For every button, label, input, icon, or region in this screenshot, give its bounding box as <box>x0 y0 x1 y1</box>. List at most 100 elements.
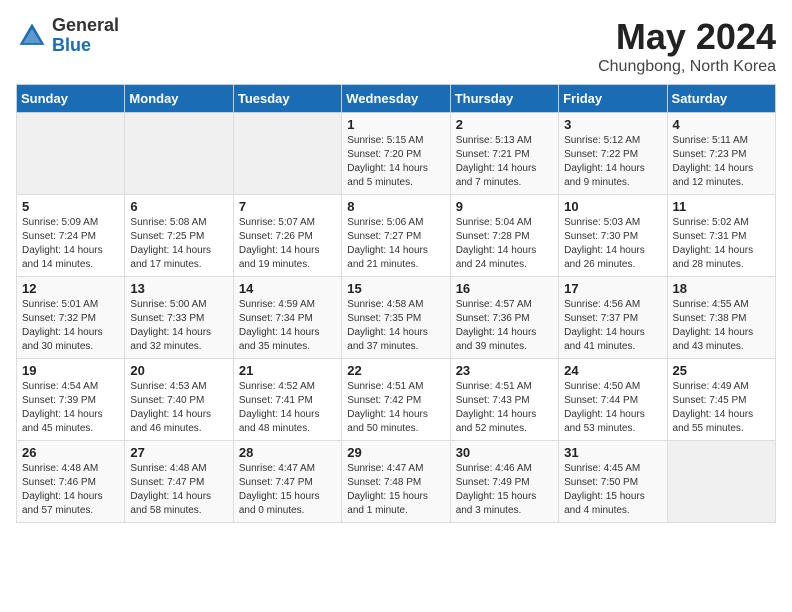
cell-info: Sunrise: 5:12 AMSunset: 7:22 PMDaylight:… <box>564 134 661 190</box>
calendar-cell: 24Sunrise: 4:50 AMSunset: 7:44 PMDayligh… <box>559 359 667 441</box>
weekday-header-friday: Friday <box>559 85 667 113</box>
calendar-week-row: 26 Sunrise: 4:48 AMSunset: 7:46 PMDayligh… <box>17 441 776 523</box>
calendar-week-row: 12Sunrise: 5:01 AMSunset: 7:32 PMDayligh… <box>17 277 776 359</box>
calendar-cell: 1 Sunrise: 5:15 AMSunset: 7:20 PMDaylight… <box>342 113 450 195</box>
day-number: 13 <box>130 281 227 296</box>
cell-info: Sunrise: 5:08 AMSunset: 7:25 PMDaylight:… <box>130 216 227 272</box>
day-number: 1 <box>347 117 444 132</box>
calendar-cell: 19Sunrise: 4:54 AMSunset: 7:39 PMDayligh… <box>17 359 125 441</box>
calendar-cell: 10 Sunrise: 5:03 AMSunset: 7:30 PMDayligh… <box>559 195 667 277</box>
day-number: 9 <box>456 199 553 214</box>
calendar-cell: 28 Sunrise: 4:47 AMSunset: 7:47 PMDayligh… <box>233 441 341 523</box>
day-number: 21 <box>239 363 336 378</box>
weekday-header-tuesday: Tuesday <box>233 85 341 113</box>
day-number: 10 <box>564 199 661 214</box>
cell-info: Sunrise: 5:15 AMSunset: 7:20 PMDaylight:… <box>347 134 444 190</box>
weekday-header-saturday: Saturday <box>667 85 775 113</box>
calendar-cell: 4Sunrise: 5:11 AMSunset: 7:23 PMDaylight… <box>667 113 775 195</box>
cell-info: Sunrise: 4:47 AMSunset: 7:47 PMDaylight:… <box>239 462 336 518</box>
cell-info: Sunrise: 4:51 AMSunset: 7:43 PMDaylight:… <box>456 380 553 436</box>
calendar-table: SundayMondayTuesdayWednesdayThursdayFrid… <box>16 84 776 523</box>
calendar-week-row: 19Sunrise: 4:54 AMSunset: 7:39 PMDayligh… <box>17 359 776 441</box>
cell-info: Sunrise: 4:57 AMSunset: 7:36 PMDaylight:… <box>456 298 553 354</box>
title-block: May 2024 Chungbong, North Korea <box>598 16 776 76</box>
day-number: 30 <box>456 445 553 460</box>
cell-info: Sunrise: 4:58 AMSunset: 7:35 PMDaylight:… <box>347 298 444 354</box>
day-number: 15 <box>347 281 444 296</box>
cell-info: Sunrise: 5:00 AMSunset: 7:33 PMDaylight:… <box>130 298 227 354</box>
day-number: 11 <box>673 199 770 214</box>
day-number: 28 <box>239 445 336 460</box>
month-year-title: May 2024 <box>598 16 776 58</box>
calendar-cell: 16 Sunrise: 4:57 AMSunset: 7:36 PMDayligh… <box>450 277 558 359</box>
cell-info: Sunrise: 4:48 AMSunset: 7:47 PMDaylight:… <box>130 462 227 518</box>
cell-info: Sunrise: 4:56 AMSunset: 7:37 PMDaylight:… <box>564 298 661 354</box>
calendar-cell: 6 Sunrise: 5:08 AMSunset: 7:25 PMDaylight… <box>125 195 233 277</box>
day-number: 16 <box>456 281 553 296</box>
day-number: 20 <box>130 363 227 378</box>
location-subtitle: Chungbong, North Korea <box>598 58 776 76</box>
day-number: 18 <box>673 281 770 296</box>
calendar-cell: 22 Sunrise: 4:51 AMSunset: 7:42 PMDayligh… <box>342 359 450 441</box>
day-number: 22 <box>347 363 444 378</box>
cell-info: Sunrise: 5:04 AMSunset: 7:28 PMDaylight:… <box>456 216 553 272</box>
calendar-cell: 2Sunrise: 5:13 AMSunset: 7:21 PMDaylight… <box>450 113 558 195</box>
day-number: 4 <box>673 117 770 132</box>
calendar-cell: 11Sunrise: 5:02 AMSunset: 7:31 PMDayligh… <box>667 195 775 277</box>
calendar-week-row: 5Sunrise: 5:09 AMSunset: 7:24 PMDaylight… <box>17 195 776 277</box>
day-number: 6 <box>130 199 227 214</box>
cell-info: Sunrise: 5:03 AMSunset: 7:30 PMDaylight:… <box>564 216 661 272</box>
calendar-cell: 13 Sunrise: 5:00 AMSunset: 7:33 PMDayligh… <box>125 277 233 359</box>
cell-info: Sunrise: 4:46 AMSunset: 7:49 PMDaylight:… <box>456 462 553 518</box>
weekday-header-wednesday: Wednesday <box>342 85 450 113</box>
day-number: 14 <box>239 281 336 296</box>
page-header: General Blue May 2024 Chungbong, North K… <box>16 16 776 76</box>
cell-info: Sunrise: 4:47 AMSunset: 7:48 PMDaylight:… <box>347 462 444 518</box>
day-number: 3 <box>564 117 661 132</box>
day-number: 29 <box>347 445 444 460</box>
weekday-header-thursday: Thursday <box>450 85 558 113</box>
day-number: 19 <box>22 363 119 378</box>
day-number: 31 <box>564 445 661 460</box>
calendar-cell: 17Sunrise: 4:56 AMSunset: 7:37 PMDayligh… <box>559 277 667 359</box>
calendar-cell <box>125 113 233 195</box>
calendar-cell: 12Sunrise: 5:01 AMSunset: 7:32 PMDayligh… <box>17 277 125 359</box>
cell-info: Sunrise: 4:50 AMSunset: 7:44 PMDaylight:… <box>564 380 661 436</box>
calendar-cell: 7Sunrise: 5:07 AMSunset: 7:26 PMDaylight… <box>233 195 341 277</box>
calendar-cell: 20 Sunrise: 4:53 AMSunset: 7:40 PMDayligh… <box>125 359 233 441</box>
calendar-week-row: 1 Sunrise: 5:15 AMSunset: 7:20 PMDaylight… <box>17 113 776 195</box>
calendar-cell: 18 Sunrise: 4:55 AMSunset: 7:38 PMDayligh… <box>667 277 775 359</box>
calendar-cell: 26 Sunrise: 4:48 AMSunset: 7:46 PMDayligh… <box>17 441 125 523</box>
day-number: 25 <box>673 363 770 378</box>
calendar-cell: 9 Sunrise: 5:04 AMSunset: 7:28 PMDaylight… <box>450 195 558 277</box>
cell-info: Sunrise: 5:01 AMSunset: 7:32 PMDaylight:… <box>22 298 119 354</box>
calendar-cell: 15 Sunrise: 4:58 AMSunset: 7:35 PMDayligh… <box>342 277 450 359</box>
cell-info: Sunrise: 4:55 AMSunset: 7:38 PMDaylight:… <box>673 298 770 354</box>
calendar-cell <box>17 113 125 195</box>
logo-general-text: General <box>52 16 119 36</box>
calendar-cell: 31Sunrise: 4:45 AMSunset: 7:50 PMDayligh… <box>559 441 667 523</box>
calendar-cell: 5Sunrise: 5:09 AMSunset: 7:24 PMDaylight… <box>17 195 125 277</box>
cell-info: Sunrise: 5:07 AMSunset: 7:26 PMDaylight:… <box>239 216 336 272</box>
weekday-header-row: SundayMondayTuesdayWednesdayThursdayFrid… <box>17 85 776 113</box>
cell-info: Sunrise: 4:49 AMSunset: 7:45 PMDaylight:… <box>673 380 770 436</box>
weekday-header-sunday: Sunday <box>17 85 125 113</box>
cell-info: Sunrise: 4:51 AMSunset: 7:42 PMDaylight:… <box>347 380 444 436</box>
calendar-cell: 30 Sunrise: 4:46 AMSunset: 7:49 PMDayligh… <box>450 441 558 523</box>
calendar-cell: 14Sunrise: 4:59 AMSunset: 7:34 PMDayligh… <box>233 277 341 359</box>
day-number: 8 <box>347 199 444 214</box>
calendar-cell: 3 Sunrise: 5:12 AMSunset: 7:22 PMDaylight… <box>559 113 667 195</box>
weekday-header-monday: Monday <box>125 85 233 113</box>
logo: General Blue <box>16 16 119 56</box>
day-number: 27 <box>130 445 227 460</box>
calendar-cell: 8Sunrise: 5:06 AMSunset: 7:27 PMDaylight… <box>342 195 450 277</box>
day-number: 26 <box>22 445 119 460</box>
cell-info: Sunrise: 4:53 AMSunset: 7:40 PMDaylight:… <box>130 380 227 436</box>
calendar-cell: 27 Sunrise: 4:48 AMSunset: 7:47 PMDayligh… <box>125 441 233 523</box>
logo-text: General Blue <box>52 16 119 56</box>
logo-blue-text: Blue <box>52 36 119 56</box>
day-number: 23 <box>456 363 553 378</box>
calendar-cell: 23 Sunrise: 4:51 AMSunset: 7:43 PMDayligh… <box>450 359 558 441</box>
calendar-cell: 25 Sunrise: 4:49 AMSunset: 7:45 PMDayligh… <box>667 359 775 441</box>
cell-info: Sunrise: 4:48 AMSunset: 7:46 PMDaylight:… <box>22 462 119 518</box>
